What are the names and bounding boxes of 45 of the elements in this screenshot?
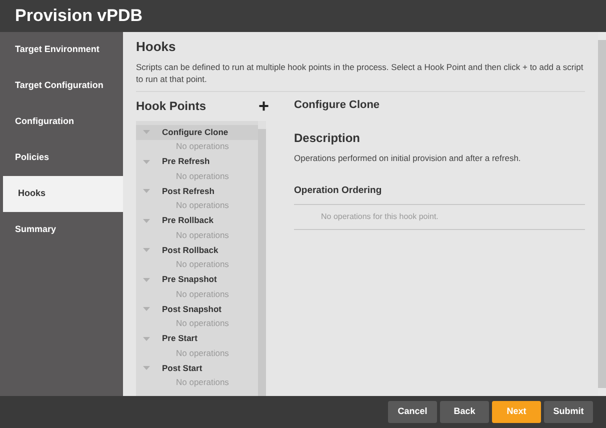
hook-point-item[interactable]: Post Start: [136, 360, 258, 376]
operations-text: No operations: [176, 317, 230, 330]
operations-text: No operations: [176, 228, 230, 242]
add-button[interactable]: +: [258, 96, 269, 114]
expand-icon[interactable]: [143, 366, 150, 370]
operations-text: No operations: [176, 170, 230, 183]
expand-icon[interactable]: [143, 160, 150, 164]
hook-point-item[interactable]: Pre Snapshot: [136, 272, 258, 287]
hook-point-item[interactable]: Pre Refresh: [136, 154, 258, 169]
expand-icon[interactable]: [143, 218, 150, 222]
hook-point-item[interactable]: Configure Clone: [136, 124, 258, 140]
sidebar-item[interactable]: Policies: [0, 140, 123, 176]
footer-button[interactable]: Cancel: [388, 401, 437, 423]
detail-title: Configure Clone: [294, 98, 381, 114]
section-title: Hooks: [136, 38, 177, 56]
sidebar-item[interactable]: Hooks: [3, 176, 123, 212]
hook-point-item[interactable]: Post Rollback: [136, 242, 258, 258]
sidebar-item[interactable]: Configuration: [0, 104, 123, 140]
description-text: Operations performed on initial provision and after a refresh.: [294, 152, 522, 164]
hook-point-item[interactable]: Pre Rollback: [136, 213, 258, 228]
hook-point-item[interactable]: Post Snapshot: [136, 302, 258, 316]
operations-text: No operations: [176, 346, 230, 360]
sidebar-item[interactable]: Target Environment: [0, 32, 123, 68]
hook-point-item[interactable]: Post Refresh: [136, 184, 258, 198]
section-description: Scripts can be defined to run at multiple hook points in the process. Select a Hook Point and then click + to add a script to run at that point.: [136, 60, 585, 92]
expand-icon[interactable]: [143, 189, 150, 193]
ordering-heading: Operation Ordering: [294, 184, 585, 204]
sidebar-item[interactable]: Summary: [0, 212, 123, 248]
expand-icon[interactable]: [143, 248, 150, 252]
expand-icon[interactable]: [143, 336, 150, 340]
expand-icon[interactable]: [143, 307, 150, 311]
expand-icon[interactable]: [143, 278, 150, 282]
window-title: Provision vPDB: [15, 5, 143, 28]
footer-button[interactable]: Submit: [544, 401, 593, 423]
sidebar-item[interactable]: Target Configuration: [0, 68, 123, 104]
operations-text: No operations: [176, 376, 230, 390]
operations-text: No operations: [176, 288, 230, 301]
hook-points-heading: Hook Points: [136, 98, 206, 114]
operations-text: No operations: [176, 258, 230, 272]
operations-text: No operations: [176, 199, 230, 212]
description-heading: Description: [294, 130, 362, 146]
empty-ordering-text: No operations for this hook point.: [294, 204, 585, 230]
hook-point-item[interactable]: Pre Start: [136, 331, 258, 346]
operations-text: No operations: [176, 140, 230, 154]
footer-button[interactable]: Back: [440, 401, 489, 423]
